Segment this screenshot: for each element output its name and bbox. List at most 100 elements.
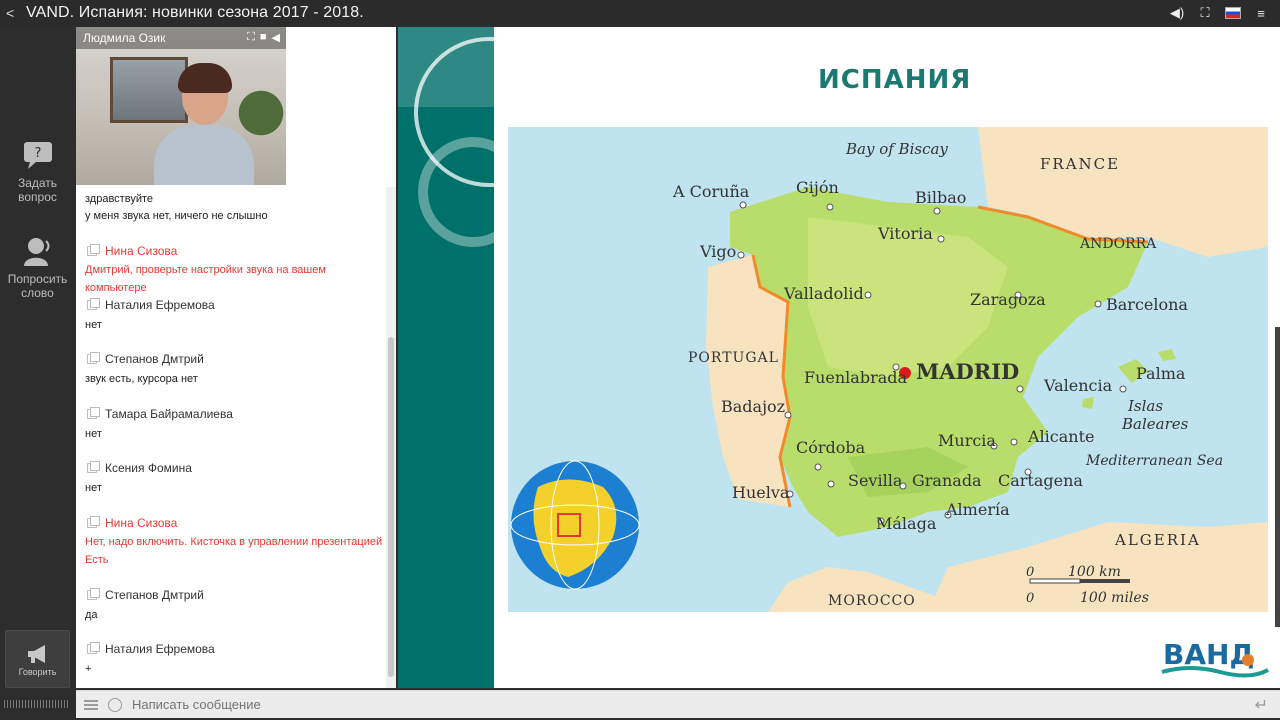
city-dot [1119,385,1127,393]
message-text: нет [85,482,102,494]
map-label-capital: MADRID [916,359,1019,384]
city-label: Badajoz [721,397,785,416]
hamburger-icon[interactable] [84,699,98,710]
chat-message: у меня звука нет, ничего не слышно [85,209,385,223]
chat-messages: здравствуйте у меня звука нет, ничего не… [76,187,388,688]
speak-label: Говорить [18,667,57,677]
vand-logo: ВАНД [1161,638,1269,678]
ask-question-line1: Задать [17,176,58,190]
map-label-bay: Bay of Biscay [845,140,948,158]
message-author: Степанов Дмтрий [87,588,385,602]
city-label: Vitoria [877,224,933,243]
slide-edge-strip [1275,327,1280,627]
chat-message: Наталия Ефремова нет [85,298,385,332]
rail-grip [4,700,70,708]
scale-km: 100 km [1068,564,1121,580]
chat-panel: Людмила Озик ⛶ ■ ◀ здравствуйте у меня з… [76,27,396,688]
message-text: звук есть, курсора нет [85,373,198,385]
copy-icon[interactable] [87,461,100,473]
city-label: Murcia [938,431,996,450]
message-text: нет [85,319,102,331]
map-label-andorra: ANDORRA [1079,236,1157,252]
title-bar: < VAND. Испания: новинки сезона 2017 - 2… [0,0,1280,26]
map-label-portugal: PORTUGAL [688,350,779,366]
language-flag-icon[interactable] [1224,4,1242,22]
scale-zero-km: 0 [1026,565,1034,580]
copy-icon[interactable] [87,298,100,310]
city-label: Málaga [876,514,937,533]
city-label: Vigo [699,242,736,261]
city-label: Bilbao [915,188,966,207]
message-author: Нина Сизова [87,516,385,530]
fullscreen-icon[interactable]: ⛶ [1196,4,1214,22]
message-text: + [85,663,92,675]
city-label: Valladolid [783,284,864,303]
copy-icon[interactable] [87,352,100,364]
city-label: Gijón [796,178,839,197]
chat-message: Нина Сизова Нет, надо включить. Кисточка… [85,516,385,569]
chat-message: Нина Сизова Дмитрий, проверьте настройки… [85,244,385,297]
question-bubble-icon: ? [21,138,55,172]
copy-icon[interactable] [87,516,100,528]
mute-icon[interactable]: ◀ [272,31,280,44]
chat-message: Тамара Байрамалиева нет [85,407,385,441]
map-label-morocco: MOROCCO [828,593,916,609]
presentation-slide: ИСПАНИЯ Bay of Biscay FRANCE ANDORRA POR… [398,27,1280,688]
message-text: здравствуйте [85,193,153,205]
city-dot [784,411,792,419]
message-input[interactable] [132,697,1132,712]
city-dot [864,291,872,299]
city-label: Huelva [732,483,790,502]
chat-message: Ксения Фомина нет [85,461,385,495]
ask-question-button[interactable]: ? Задать вопрос [0,138,75,204]
window-title: VAND. Испания: новинки сезона 2017 - 201… [26,4,364,21]
copy-icon[interactable] [87,642,100,654]
svg-text:ВАНД: ВАНД [1163,638,1254,671]
city-label: Alicante [1027,427,1095,446]
megaphone-icon [27,645,45,663]
city-dot [827,480,835,488]
volume-icon[interactable]: ◀) [1168,4,1186,22]
scale-mi: 100 miles [1080,590,1149,606]
city-label: Fuenlabrada [804,368,908,387]
spain-map: Bay of Biscay FRANCE ANDORRA PORTUGAL AL… [508,127,1268,612]
presenter-video[interactable]: Людмила Озик ⛶ ■ ◀ [76,27,286,185]
copy-icon[interactable] [87,407,100,419]
video-fullscreen-icon[interactable]: ⛶ [247,31,255,44]
message-input-bar: ↵ [76,690,1280,718]
svg-text:?: ? [34,146,41,161]
chat-scrollbar[interactable] [386,187,396,688]
map-label-islas: Islas [1127,397,1163,415]
chat-scroll-thumb[interactable] [388,337,394,677]
message-author: Степанов Дмтрий [87,352,385,366]
message-author: Тамара Байрамалиева [87,407,385,421]
city-dot [1094,300,1102,308]
video-controls: ⛶ ■ ◀ [247,31,280,44]
map-label-france: FRANCE [1040,155,1120,173]
left-rail: ? Задать вопрос Попросить слово Говорить [0,26,75,720]
request-speak-button[interactable]: Попросить слово [0,234,75,300]
share-icon[interactable]: < [6,5,24,21]
city-dot [933,207,941,215]
message-author: Наталия Ефремова [87,298,385,312]
send-icon[interactable]: ↵ [1255,695,1268,715]
city-dot [937,235,945,243]
chat-message: Степанов Дмтрий звук есть, курсора нет [85,352,385,386]
camera-icon[interactable]: ■ [260,31,267,44]
city-dot [737,251,745,259]
slide-decor-band [398,27,494,688]
menu-icon[interactable]: ≡ [1252,4,1270,22]
city-dot [739,201,747,209]
city-label: A Coruña [672,182,750,201]
city-label: Cartagena [998,471,1083,490]
map-label-med: Mediterranean Sea [1085,453,1223,469]
emoji-icon[interactable] [108,697,122,712]
message-text: у меня звука нет, ничего не слышно [85,210,268,222]
city-label: Granada [912,471,982,490]
speak-button[interactable]: Говорить [5,630,70,688]
map-label-algeria: ALGERIA [1114,531,1201,549]
message-text: да [85,609,98,621]
copy-icon[interactable] [87,244,100,256]
city-dot [899,482,907,490]
copy-icon[interactable] [87,588,100,600]
